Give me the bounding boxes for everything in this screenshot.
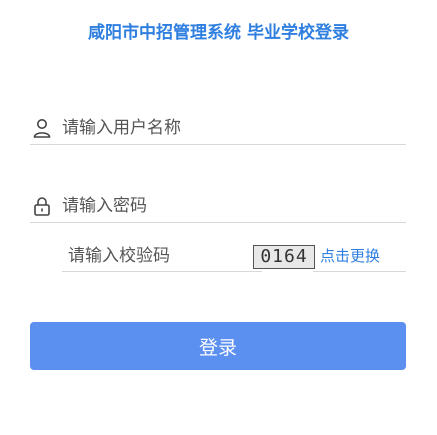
password-field-row (30, 190, 406, 223)
password-input[interactable] (62, 196, 362, 216)
username-field-row (30, 112, 406, 145)
captcha-image[interactable]: 0164 (253, 245, 315, 269)
lock-icon (32, 196, 52, 216)
refresh-captcha-link[interactable]: 点击更换 (320, 245, 380, 267)
captcha-input[interactable] (62, 245, 258, 266)
login-button[interactable]: 登录 (30, 322, 406, 370)
captcha-divider (313, 271, 406, 272)
user-icon (32, 118, 52, 138)
captcha-field (62, 240, 262, 272)
username-input[interactable] (62, 118, 362, 138)
login-page: 咸阳市中招管理系统 毕业学校登录 0164 点击更换 登录 (0, 0, 437, 435)
page-title: 咸阳市中招管理系统 毕业学校登录 (88, 23, 349, 43)
captcha-row: 0164 点击更换 (30, 240, 406, 272)
